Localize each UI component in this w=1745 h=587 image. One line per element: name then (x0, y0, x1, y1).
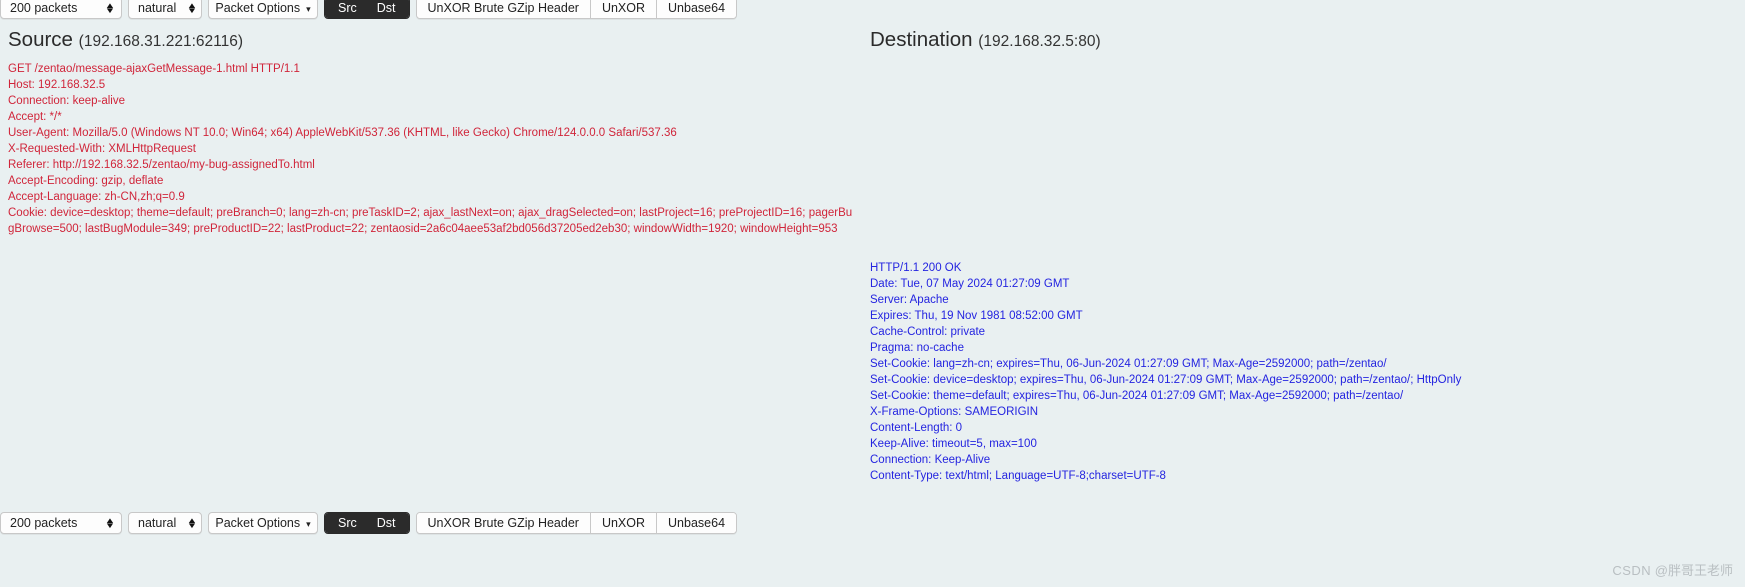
source-title: Source (192.168.31.221:62116) (8, 28, 853, 52)
dst-toggle-button[interactable]: Dst (366, 0, 409, 18)
view-mode-value: natural (138, 1, 177, 15)
packet-options-button-bottom[interactable]: Packet Options ▾ (208, 512, 318, 534)
src-dst-toggle: Src Dst (324, 0, 410, 19)
watermark-author: @胖哥王老师 (1654, 563, 1733, 578)
source-pane: Source (192.168.31.221:62116) GET /zenta… (8, 28, 853, 237)
decoder-button-bar: UnXOR Brute GZip Header UnXOR Unbase64 (415, 0, 738, 19)
toolbar-group-selects: 200 packets ▲ ▼ (0, 512, 122, 534)
unxor-brute-gzip-header-button[interactable]: UnXOR Brute GZip Header (416, 513, 591, 533)
packet-options-label: Packet Options (215, 516, 301, 530)
src-dst-toggle-bottom: Src Dst (324, 512, 410, 534)
packet-options-label: Packet Options (215, 1, 301, 15)
decoder-button-bar-bottom: UnXOR Brute GZip Header UnXOR Unbase64 (415, 512, 738, 534)
packet-count-value: 200 packets (10, 1, 78, 15)
chevron-down-icon: ▾ (306, 518, 311, 529)
unbase64-button[interactable]: Unbase64 (657, 513, 737, 533)
toolbar-group-selects: 200 packets ▲ ▼ (0, 0, 122, 19)
unxor-brute-gzip-header-button[interactable]: UnXOR Brute GZip Header (416, 0, 591, 18)
toolbar-group-packet-options: Packet Options ▾ (208, 512, 318, 534)
stepper-arrows-icon: ▲ ▼ (104, 516, 116, 530)
unbase64-button[interactable]: Unbase64 (657, 0, 737, 18)
toolbar-group-src-dst: Src Dst (324, 512, 410, 534)
unxor-button[interactable]: UnXOR (590, 513, 658, 533)
view-mode-value: natural (138, 516, 177, 530)
app-root: 200 packets ▲ ▼ natural ▲ ▼ Packet Options… (0, 0, 1745, 587)
src-toggle-button[interactable]: Src (325, 0, 367, 18)
stepper-arrows-icon: ▲ ▼ (104, 1, 116, 15)
stepper-arrows-icon: ▲ ▼ (186, 516, 198, 530)
chevron-down-icon: ▾ (306, 3, 311, 14)
source-address: (192.168.31.221:62116) (78, 33, 243, 50)
unxor-button[interactable]: UnXOR (590, 0, 658, 18)
stepper-arrows-icon: ▲ ▼ (186, 1, 198, 15)
toolbar-group-view: natural ▲ ▼ (128, 0, 202, 19)
toolbar-group-decoders: UnXOR Brute GZip Header UnXOR Unbase64 (415, 0, 738, 19)
toolbar-group-decoders: UnXOR Brute GZip Header UnXOR Unbase64 (415, 512, 738, 534)
toolbar-group-packet-options: Packet Options ▾ (208, 0, 318, 19)
watermark-brand: CSDN (1612, 563, 1652, 578)
source-title-label: Source (8, 28, 73, 51)
destination-address: (192.168.32.5:80) (978, 33, 1101, 50)
toolbar-group-src-dst: Src Dst (324, 0, 410, 19)
toolbar-group-view: natural ▲ ▼ (128, 512, 202, 534)
watermark: CSDN @胖哥王老师 (1612, 560, 1733, 579)
dst-toggle-button[interactable]: Dst (366, 513, 409, 533)
packet-count-select[interactable]: 200 packets ▲ ▼ (0, 0, 122, 19)
destination-title: Destination (192.168.32.5:80) (870, 28, 1730, 52)
view-mode-select[interactable]: natural ▲ ▼ (128, 0, 202, 19)
toolbar-bottom: 200 packets ▲ ▼ natural ▲ ▼ Packet Options… (0, 512, 743, 534)
destination-http-response-text[interactable]: HTTP/1.1 200 OK Date: Tue, 07 May 2024 0… (870, 260, 1730, 484)
toolbar-top: 200 packets ▲ ▼ natural ▲ ▼ Packet Options… (0, 0, 743, 19)
source-http-request-text[interactable]: GET /zentao/message-ajaxGetMessage-1.htm… (8, 61, 853, 237)
view-mode-select-bottom[interactable]: natural ▲ ▼ (128, 512, 202, 534)
packet-options-button[interactable]: Packet Options ▾ (208, 0, 318, 19)
destination-pane: Destination (192.168.32.5:80) HTTP/1.1 2… (870, 28, 1730, 484)
packet-count-value: 200 packets (10, 516, 78, 530)
destination-title-label: Destination (870, 28, 973, 51)
packet-count-select-bottom[interactable]: 200 packets ▲ ▼ (0, 512, 122, 534)
src-toggle-button[interactable]: Src (325, 513, 367, 533)
